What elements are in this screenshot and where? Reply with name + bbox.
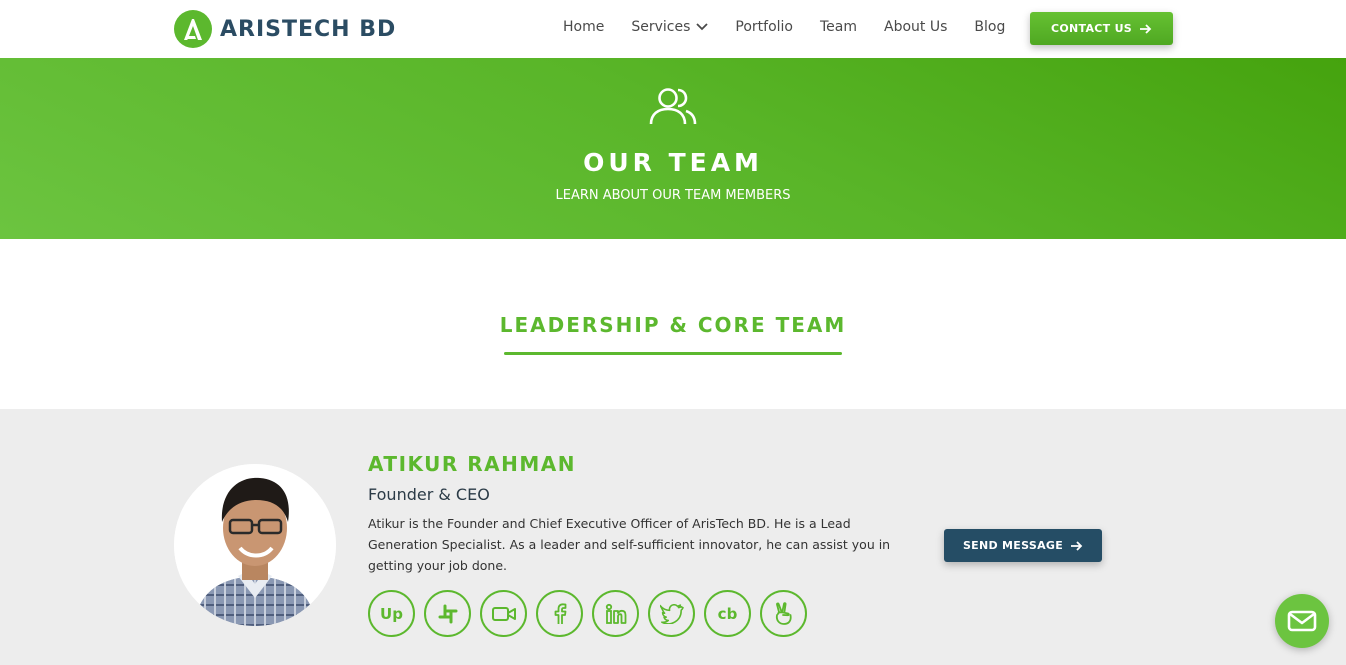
video-icon[interactable] (480, 590, 527, 637)
facebook-glyph (554, 602, 566, 624)
slack-glyph (438, 604, 457, 623)
crunchbase-text: cb (717, 604, 738, 623)
linkedin-glyph (605, 603, 626, 624)
send-message-label: SEND MESSAGE (962, 539, 1064, 552)
nav-team[interactable]: Team (820, 19, 857, 35)
nav-home[interactable]: Home (563, 19, 604, 35)
upwork-text: Up (380, 604, 403, 623)
member-name: ATIKUR RAHMAN (368, 452, 576, 476)
slack-icon[interactable] (424, 590, 471, 637)
brand-logo[interactable]: ARISTECH BD (174, 10, 396, 48)
member-bio: Atikur is the Founder and Chief Executiv… (368, 516, 891, 573)
section-heading: LEADERSHIP & CORE TEAM (499, 313, 847, 337)
chevron-down-icon (696, 23, 709, 31)
nav-portfolio[interactable]: Portfolio (735, 19, 793, 35)
arrow-right-icon (1140, 23, 1152, 34)
page-title: OUR TEAM (583, 148, 763, 177)
main-nav: Home Services Portfolio Team About Us Bl… (563, 19, 1032, 35)
social-links: Up cb (368, 590, 816, 637)
upwork-icon[interactable]: Up (368, 590, 415, 637)
page-subtitle: LEARN ABOUT OUR TEAM MEMBERS (555, 188, 791, 203)
chat-message-button[interactable] (1275, 594, 1329, 648)
nav-blog[interactable]: Blog (974, 19, 1005, 35)
hero-banner: OUR TEAM LEARN ABOUT OUR TEAM MEMBERS (0, 58, 1346, 239)
member-role: Founder & CEO (368, 485, 490, 504)
facebook-icon[interactable] (536, 590, 583, 637)
nav-services-label: Services (631, 19, 691, 35)
contact-us-button[interactable]: CONTACT US (1030, 12, 1173, 45)
nav-about-us[interactable]: About Us (884, 19, 947, 35)
mail-icon (1287, 610, 1317, 632)
arrow-right-icon (1071, 540, 1083, 551)
brand-name: ARISTECH BD (220, 16, 397, 42)
send-message-button[interactable]: SEND MESSAGE (944, 529, 1102, 562)
heading-underline (504, 352, 842, 355)
logo-mark-icon (174, 10, 212, 48)
nav-services[interactable]: Services (631, 19, 709, 35)
linkedin-icon[interactable] (592, 590, 639, 637)
users-icon (649, 88, 697, 125)
contact-us-label: CONTACT US (1050, 22, 1133, 35)
member-avatar (174, 464, 336, 626)
crunchbase-icon[interactable]: cb (704, 590, 751, 637)
angellist-glyph (775, 601, 792, 625)
site-header: ARISTECH BD Home Services Portfolio Team… (0, 0, 1346, 58)
video-glyph (491, 606, 516, 621)
twitter-glyph (659, 603, 684, 624)
twitter-icon[interactable] (648, 590, 695, 637)
angellist-icon[interactable] (760, 590, 807, 637)
